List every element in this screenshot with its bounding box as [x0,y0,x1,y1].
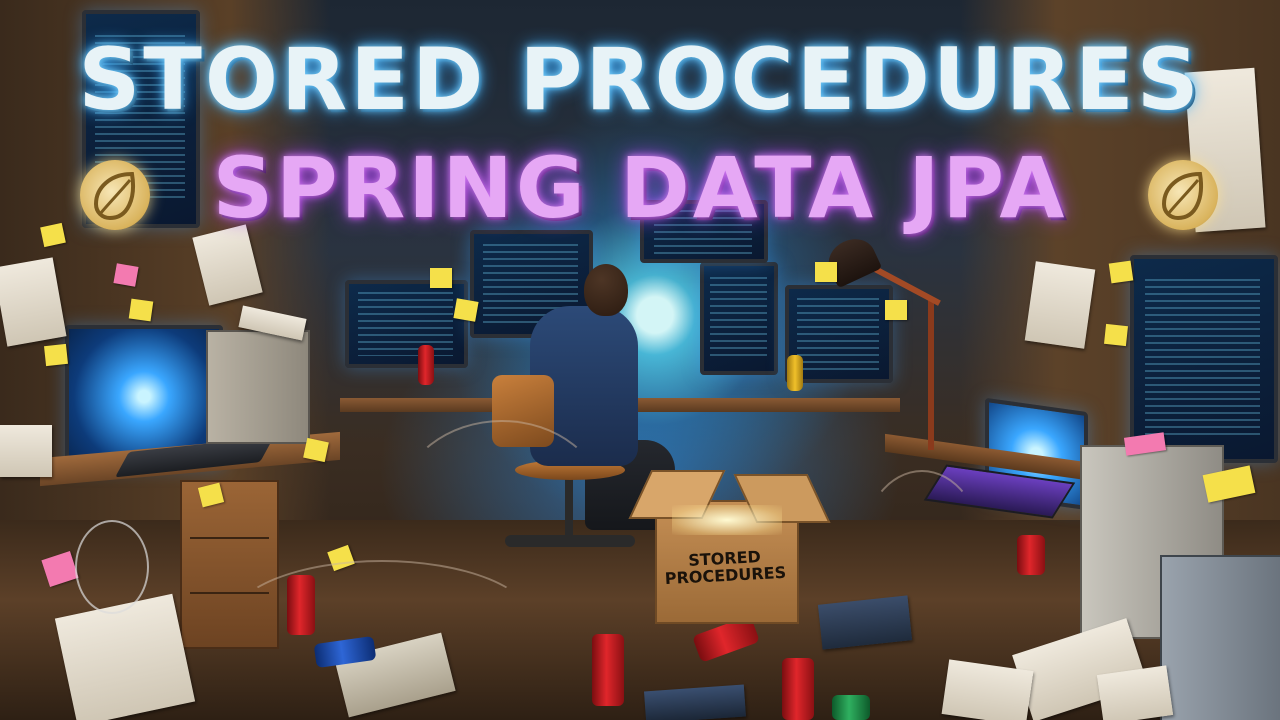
soda-can [782,658,814,720]
sticky-note [128,298,154,322]
box-glow [672,505,782,535]
person-head [584,264,628,316]
book [644,684,746,720]
lamp-post [928,300,934,450]
metal-drawer-unit [1160,555,1280,720]
sticky-note [44,343,68,367]
sticky-note [1104,323,1128,347]
soda-can [418,345,434,385]
thumbnail-scene: STORED PROCEDURES STORED PROCEDURES SPRI… [0,0,1280,720]
cable [400,420,604,584]
sticky-note [430,268,452,288]
pc-tower [206,330,310,444]
box-label: STORED PROCEDURES [664,547,787,589]
sticky-note [885,300,907,320]
paper-sheet [941,659,1034,720]
title-spring-data-jpa: SPRING DATA JPA [212,139,1068,237]
title-stored-procedures: STORED PROCEDURES [78,30,1202,130]
back-monitor-3 [700,262,778,375]
paper-sheet [1024,261,1096,349]
sticky-note [113,263,139,287]
back-monitor-1 [345,280,468,368]
sticky-note [815,262,837,282]
soda-can [592,634,624,706]
paper-sheet [1096,665,1174,720]
sticky-note [303,437,329,463]
cable [860,470,984,634]
soda-can [287,575,315,635]
soda-can [1017,535,1045,575]
paper-sheet [0,425,52,477]
cable [75,520,149,614]
sticky-note [1108,260,1134,284]
sticky-note [453,298,479,322]
wall-monitor-right [1130,255,1278,463]
soda-can [832,695,870,720]
cup [787,355,803,391]
